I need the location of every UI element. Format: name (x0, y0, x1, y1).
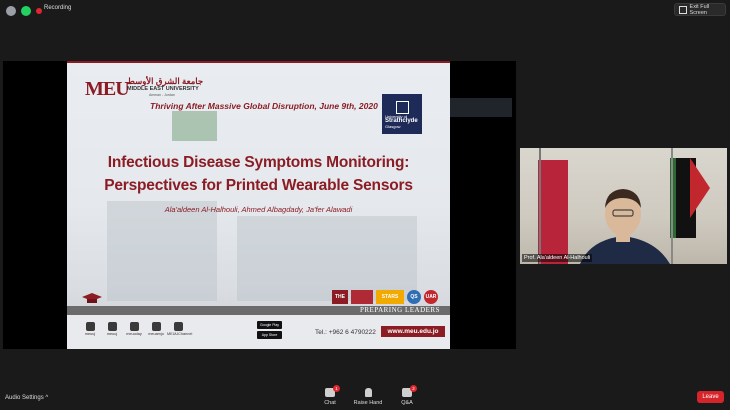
audio-settings-button[interactable]: Audio Settings ^ (5, 395, 48, 401)
meeting-controls-bar: Audio Settings ^ 1 Chat Raise Hand 2 Q&A (0, 384, 730, 410)
slide-title-line1: Infectious Disease Symptoms Monitoring: (107, 154, 410, 171)
meu-english-name: MIDDLE EAST UNIVERSITY (127, 86, 199, 92)
preparing-leaders-bar: PREPARING LEADERS (67, 306, 450, 315)
background-flag (172, 111, 217, 141)
ranking-logo (351, 289, 373, 304)
social-snapchat: meuamjo (145, 322, 167, 336)
shield-icon[interactable] (21, 6, 31, 16)
participant-person (580, 189, 670, 264)
meu-logo: MEU (85, 78, 130, 100)
header-accent-line (67, 61, 450, 63)
chat-button[interactable]: 1 Chat (310, 385, 350, 406)
presentation-slide: MEU جامعة الشرق الأوسط MIDDLE EAST UNIVE… (67, 61, 450, 349)
audio-settings-label: Audio Settings (5, 395, 44, 401)
conference-title: Thriving After Massive Global Disruption… (150, 101, 378, 111)
twitter-icon (129, 322, 139, 331)
raise-hand-label: Raise Hand (353, 400, 383, 406)
record-dot-icon (36, 8, 42, 14)
recording-label: Recording (44, 5, 72, 11)
slide-authors: Ala'aldeen Al-Halhouli, Ahmed Albagdady,… (164, 205, 353, 214)
youtube-icon (173, 322, 183, 331)
social-instagram: meuuj (101, 322, 123, 336)
social-facebook: meuuj (79, 322, 101, 336)
raise-hand-button[interactable]: Raise Hand (348, 388, 388, 406)
chevron-up-icon: ^ (45, 395, 49, 401)
chat-label: Chat (324, 400, 336, 406)
ranking-logo: STARS (376, 289, 404, 304)
participant-name-label: Prof. Ala'aldeen Al-Halhouli (522, 254, 593, 262)
social-youtube: MEUUChannel (167, 322, 192, 336)
exit-fullscreen-button[interactable]: Exit Full Screen (674, 3, 726, 16)
ranking-logo: THE (332, 289, 348, 304)
qa-badge: 2 (410, 385, 417, 392)
exit-fullscreen-icon (679, 5, 687, 14)
app-store-badge: App Store (257, 331, 282, 339)
meu-location: Amman - Jordan (149, 93, 175, 97)
phone-number: Tel.: +962 6 4790222 (315, 329, 376, 336)
leave-button[interactable]: Leave (697, 391, 724, 403)
participant-video[interactable]: Prof. Ala'aldeen Al-Halhouli (520, 148, 727, 264)
exit-fullscreen-label: Exit Full Screen (689, 3, 710, 16)
raise-hand-icon (364, 388, 372, 397)
google-play-badge: Google Play (257, 321, 282, 329)
slide-footer: meuuj meuuj meuoday meuamjo MEUUChannel … (67, 315, 450, 349)
slide-title-line2: Perspectives for Printed Wearable Sensor… (104, 177, 413, 194)
qa-button[interactable]: 2 Q&A (387, 385, 427, 406)
ranking-logo: QS (407, 289, 421, 304)
qa-label: Q&A (401, 400, 413, 406)
shared-screen-edge (450, 98, 512, 117)
instagram-icon (107, 322, 117, 331)
graduation-cap-icon (82, 293, 102, 303)
facebook-icon (85, 322, 95, 331)
chat-icon: 1 (325, 385, 340, 397)
chat-badge: 1 (333, 385, 340, 392)
strathclyde-crest-icon (396, 101, 409, 114)
website-badge: www.meu.edu.jo (381, 326, 445, 337)
partner-city: Glasgow (385, 124, 401, 129)
qa-icon: 2 (402, 385, 417, 397)
ranking-logo: UAR (424, 289, 438, 304)
info-icon[interactable] (6, 6, 16, 16)
strathclyde-logo: University of Strathclyde Glasgow (382, 94, 422, 134)
ranking-logos: THE STARS QS UAR (332, 288, 442, 305)
preparing-leaders-text: PREPARING LEADERS (359, 306, 440, 314)
background-building (107, 201, 217, 301)
social-twitter: meuoday (123, 322, 145, 336)
snapchat-icon (151, 322, 161, 331)
